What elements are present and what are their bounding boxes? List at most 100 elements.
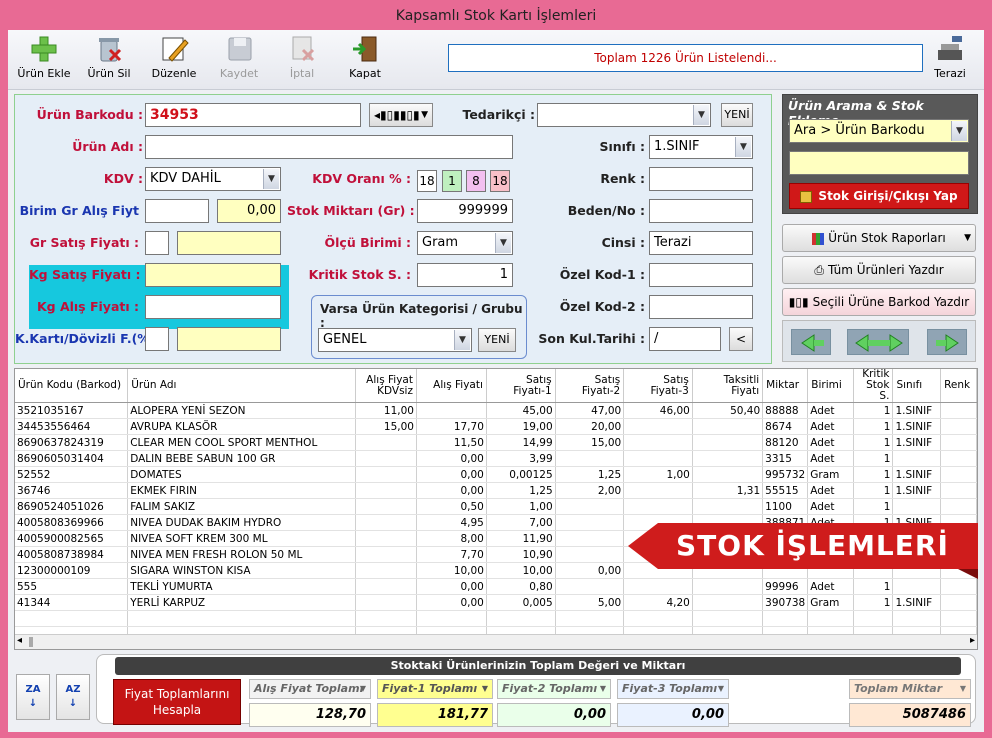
kdv-select[interactable]: KDV DAHİL ▼ bbox=[145, 167, 281, 191]
table-cell[interactable]: 8,00 bbox=[416, 530, 487, 547]
table-cell[interactable]: 1.SINIF bbox=[892, 482, 942, 499]
table-cell[interactable]: 4005808369966 bbox=[15, 514, 129, 531]
table-cell[interactable] bbox=[355, 466, 417, 483]
table-cell[interactable]: 15,00 bbox=[555, 434, 625, 451]
last-record-button[interactable] bbox=[927, 329, 967, 355]
kg-sale-input[interactable] bbox=[145, 263, 281, 287]
print-all-button[interactable]: ⎙ Tüm Ürünleri Yazdır bbox=[782, 256, 976, 284]
column-header[interactable]: Miktar bbox=[762, 369, 809, 403]
table-cell[interactable]: 555 bbox=[15, 578, 129, 595]
add-product-button[interactable]: Ürün Ekle bbox=[16, 34, 72, 86]
table-cell[interactable]: 36746 bbox=[15, 482, 129, 499]
column-header[interactable]: Kritik Stok S. bbox=[853, 369, 894, 403]
table-row[interactable]: 3521035167 ALOPERA YENİ SEZON 11,00 45,00 47… bbox=[15, 402, 977, 419]
supplier-new-button[interactable]: YENİ bbox=[721, 103, 753, 127]
table-row[interactable]: 8690605031404 DALIN BEBE SABUN 100 GR 0,00… bbox=[15, 450, 977, 467]
table-cell[interactable] bbox=[355, 514, 417, 531]
table-cell[interactable] bbox=[892, 450, 942, 467]
table-row[interactable]: 8690637824319 CLEAR MEN COOL SPORT MENTHO… bbox=[15, 434, 977, 451]
color-input[interactable] bbox=[649, 167, 753, 191]
table-cell[interactable]: NIVEA SOFT KREM 300 ML bbox=[127, 530, 357, 547]
table-cell[interactable]: 1 bbox=[853, 402, 894, 419]
table-cell[interactable] bbox=[940, 434, 977, 451]
table-cell[interactable] bbox=[892, 498, 942, 515]
product-grid[interactable]: Ürün Kodu (Barkod) Ürün Adı Alış Fiyat K… bbox=[14, 368, 978, 650]
table-cell[interactable]: 4005900082565 bbox=[15, 530, 129, 547]
table-row[interactable]: 36746 EKMEK FIRIN 0,00 1,25 2,00 1,31 55515 Ade… bbox=[15, 482, 977, 499]
table-cell[interactable]: 1.SINIF bbox=[892, 466, 942, 483]
kdv-option-18[interactable]: 18 bbox=[490, 170, 510, 192]
table-cell[interactable]: 0,00 bbox=[416, 450, 487, 467]
table-cell[interactable]: 88888 bbox=[762, 402, 809, 419]
cancel-button[interactable]: İptal bbox=[274, 34, 330, 86]
table-cell[interactable]: 1 bbox=[853, 578, 894, 595]
table-cell[interactable]: 8690524051026 bbox=[15, 498, 129, 515]
f1-total-header[interactable]: Fiyat-1 Toplamı ▼ bbox=[377, 679, 493, 699]
kg-buy-input[interactable] bbox=[145, 295, 281, 319]
table-cell[interactable] bbox=[623, 482, 693, 499]
card-rate-input-a[interactable] bbox=[145, 327, 169, 351]
table-cell[interactable]: AVRUPA KLASÖR bbox=[127, 418, 357, 435]
table-cell[interactable]: Adet bbox=[807, 418, 854, 435]
chevron-down-icon[interactable]: ▼ bbox=[263, 169, 279, 189]
table-cell[interactable]: 1,25 bbox=[486, 482, 556, 499]
table-cell[interactable]: 0,50 bbox=[416, 498, 487, 515]
table-cell[interactable]: 11,50 bbox=[416, 434, 487, 451]
sort-ascending-button[interactable]: AZ ↓ bbox=[56, 674, 90, 720]
table-cell[interactable]: 34453556464 bbox=[15, 418, 129, 435]
table-cell[interactable]: 3,99 bbox=[486, 450, 556, 467]
table-cell[interactable]: 17,70 bbox=[416, 418, 487, 435]
table-cell[interactable] bbox=[355, 450, 417, 467]
prev-next-record-button[interactable] bbox=[847, 329, 909, 355]
table-cell[interactable]: 45,00 bbox=[486, 402, 556, 419]
table-row[interactable]: 8690524051026 FALIM SAKIZ 0,50 1,00 1100 Adet… bbox=[15, 498, 977, 515]
table-cell[interactable]: 390738 bbox=[762, 594, 809, 611]
table-cell[interactable] bbox=[623, 450, 693, 467]
table-cell[interactable]: SIGARA WINSTON KISA bbox=[127, 562, 357, 579]
table-row[interactable]: 34453556464 AVRUPA KLASÖR 15,00 17,70 19,00 2… bbox=[15, 418, 977, 435]
table-cell[interactable]: 3315 bbox=[762, 450, 809, 467]
table-cell[interactable] bbox=[355, 578, 417, 595]
stock-in-out-button[interactable]: Stok Girişi/Çıkışı Yap bbox=[789, 183, 969, 209]
table-cell[interactable]: Adet bbox=[807, 578, 854, 595]
unit-select[interactable]: Gram ▼ bbox=[417, 231, 513, 255]
table-cell[interactable]: 0,00125 bbox=[486, 466, 556, 483]
table-cell[interactable]: 4,95 bbox=[416, 514, 487, 531]
table-cell[interactable]: 0,00 bbox=[416, 482, 487, 499]
last-date-input[interactable]: / bbox=[649, 327, 721, 351]
scroll-thumb[interactable] bbox=[29, 637, 33, 647]
table-cell[interactable] bbox=[940, 594, 977, 611]
search-input[interactable] bbox=[789, 151, 969, 175]
table-cell[interactable]: 8690637824319 bbox=[15, 434, 129, 451]
table-cell[interactable]: 1 bbox=[853, 434, 894, 451]
kdv-rate-input[interactable]: 18 bbox=[417, 170, 437, 192]
table-cell[interactable]: 99996 bbox=[762, 578, 809, 595]
class-select[interactable]: 1.SINIF ▼ bbox=[649, 135, 753, 159]
f3-total-header[interactable]: Fiyat-3 Toplamı ▼ bbox=[617, 679, 729, 699]
table-cell[interactable] bbox=[355, 530, 417, 547]
table-cell[interactable] bbox=[623, 434, 693, 451]
table-cell[interactable]: TEKLİ YUMURTA bbox=[127, 578, 357, 595]
buy-total-header[interactable]: Alış Fiyat Toplamı ▼ bbox=[249, 679, 371, 699]
kdv-option-8[interactable]: 8 bbox=[466, 170, 486, 192]
table-cell[interactable]: EKMEK FIRIN bbox=[127, 482, 357, 499]
table-cell[interactable]: 995732 bbox=[762, 466, 809, 483]
table-cell[interactable]: 1 bbox=[853, 418, 894, 435]
table-cell[interactable] bbox=[940, 578, 977, 595]
table-cell[interactable]: 1 bbox=[853, 482, 894, 499]
calculate-totals-button[interactable]: Fiyat Toplamlarını Hesapla bbox=[113, 679, 241, 725]
chevron-down-icon[interactable]: ▼ bbox=[693, 105, 709, 125]
type-input[interactable]: Terazi bbox=[649, 231, 753, 255]
table-cell[interactable] bbox=[623, 418, 693, 435]
chevron-down-icon[interactable]: ▼ bbox=[735, 137, 751, 157]
table-row[interactable]: 41344 YERLİ KARPUZ 0,00 0,005 5,00 4,20 390738… bbox=[15, 594, 977, 611]
table-cell[interactable]: ALOPERA YENİ SEZON bbox=[127, 402, 357, 419]
first-record-button[interactable] bbox=[791, 329, 831, 355]
table-cell[interactable] bbox=[555, 530, 625, 547]
table-cell[interactable] bbox=[692, 498, 764, 515]
table-cell[interactable]: 19,00 bbox=[486, 418, 556, 435]
search-mode-select[interactable]: Ara > Ürün Barkodu ▼ bbox=[789, 119, 969, 143]
table-cell[interactable]: NIVEA MEN FRESH ROLON 50 ML bbox=[127, 546, 357, 563]
table-cell[interactable] bbox=[940, 418, 977, 435]
table-cell[interactable]: 10,00 bbox=[486, 562, 556, 579]
